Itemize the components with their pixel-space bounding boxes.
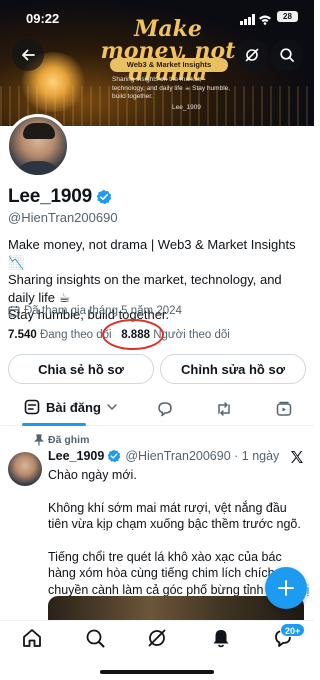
profile-tabs: Bài đăng <box>0 392 314 426</box>
post-paragraph-text: Tiếng chổi tre quét lá khô xào xạc của b… <box>48 549 282 597</box>
plus-icon <box>278 580 294 596</box>
x-logo-icon[interactable] <box>290 450 304 464</box>
following-link[interactable]: 7.540 Đang theo dõi <box>8 329 112 341</box>
avatar-hair <box>23 123 55 139</box>
followers-label: Người theo dõi <box>153 329 230 341</box>
pin-icon <box>34 434 44 446</box>
post-handle-time: @HienTran200690 · 1 ngày <box>125 449 280 463</box>
banner-subtext: Sharing insights on the market, technolo… <box>112 76 231 100</box>
tab-posts-label: Bài đăng <box>46 399 101 415</box>
banner-pill: Web3 & Market Insights <box>110 58 228 72</box>
profile-handle: @HienTran200690 <box>8 210 118 225</box>
calendar-icon <box>8 306 20 317</box>
edit-profile-button[interactable]: Chỉnh sửa hồ sơ <box>160 354 306 384</box>
banner-handle: Lee_1909 <box>172 104 201 111</box>
posts-icon <box>24 399 40 415</box>
back-button[interactable] <box>12 39 44 71</box>
following-label: Đang theo dõi <box>39 329 112 341</box>
joined-text: Đã tham gia tháng 5 năm 2024 <box>24 305 182 317</box>
tab-posts[interactable]: Bài đăng <box>24 399 119 415</box>
status-bar: 09:22 28 <box>0 0 314 34</box>
red-circle-annotation <box>102 319 164 350</box>
pinned-indicator: Đã ghim <box>34 434 89 446</box>
search-button[interactable] <box>271 39 303 71</box>
post-paragraph: Không khí sớm mai mát rượi, vệt nắng đầu… <box>48 500 301 532</box>
verified-badge-icon <box>108 449 121 463</box>
profile-name: Lee_1909 <box>8 186 92 207</box>
status-time: 09:22 <box>26 11 60 26</box>
grok-button[interactable] <box>236 39 268 71</box>
notifications-bell-icon[interactable] <box>210 627 232 649</box>
active-tab-indicator <box>22 423 86 426</box>
post-paragraph: Chào ngày mới. <box>48 468 137 482</box>
post-author[interactable]: Lee_1909 <box>48 449 104 463</box>
battery-indicator: 28 <box>277 11 298 22</box>
avatar-shirt <box>13 161 63 175</box>
following-count: 7.540 <box>8 329 37 341</box>
search-icon <box>280 48 294 62</box>
messages-badge: 20+ <box>280 623 306 637</box>
tab-media-icon[interactable] <box>275 400 293 418</box>
bio-line: Make money, not drama | Web3 & Market In… <box>8 237 296 270</box>
grok-icon[interactable] <box>146 627 168 649</box>
share-profile-button[interactable]: Chia sẻ hồ sơ <box>8 354 154 384</box>
home-indicator <box>100 670 214 674</box>
verified-badge-icon[interactable] <box>96 189 112 205</box>
profile-name-row: Lee_1909 <box>8 186 112 208</box>
joined-date: Đã tham gia tháng 5 năm 2024 <box>8 305 182 317</box>
arrow-left-icon <box>22 49 35 61</box>
tab-replies-icon[interactable] <box>156 400 174 418</box>
grok-icon <box>245 48 259 62</box>
tab-reposts-icon[interactable] <box>215 400 233 418</box>
search-icon[interactable] <box>84 627 106 649</box>
pinned-label: Đã ghim <box>48 434 90 446</box>
home-icon[interactable] <box>21 627 43 649</box>
wifi-signal-icons <box>240 12 272 30</box>
bio-line: Sharing insights on the market, technolo… <box>8 272 282 305</box>
chevron-down-icon <box>107 404 117 411</box>
post-avatar[interactable] <box>8 452 42 486</box>
compose-button[interactable] <box>265 567 307 609</box>
post-header: Lee_1909 @HienTran200690 · 1 ngày <box>48 449 279 463</box>
profile-avatar[interactable] <box>6 114 70 178</box>
